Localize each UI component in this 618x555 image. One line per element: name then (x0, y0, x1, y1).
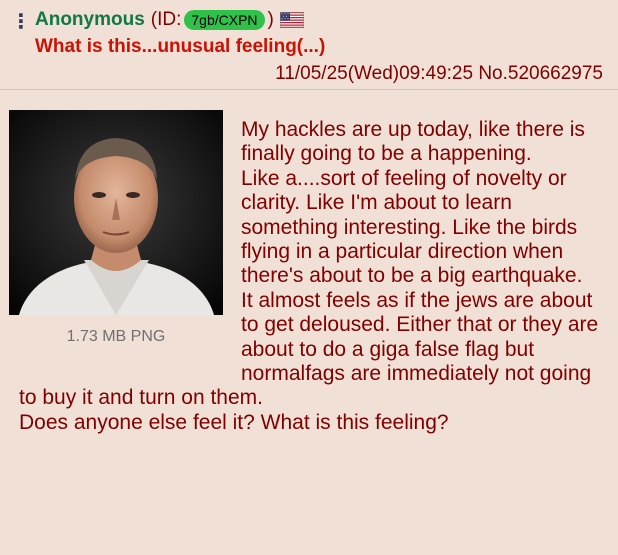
poster-id-badge[interactable]: 7gb/CXPN (184, 10, 265, 30)
post-datetime: 11/05/25(Wed)09:49:25 (275, 63, 474, 84)
id-suffix: ) (267, 9, 274, 30)
post-datetime-line: 11/05/25(Wed)09:49:25 No.520662975 (275, 61, 603, 87)
post-subject: What is this...unusual feeling(...) (35, 36, 326, 57)
us-flag-icon (279, 12, 304, 28)
image-float-spacer (19, 118, 241, 366)
poster-name: Anonymous (35, 9, 145, 30)
post-body-line: Does anyone else feel it? What is this f… (19, 410, 449, 434)
post-number[interactable]: No.520662975 (478, 63, 603, 84)
post-name-line: Anonymous (ID: 7gb/CXPN ) (35, 7, 304, 33)
vertical-ellipsis-icon[interactable]: ⋮ (11, 12, 31, 32)
id-prefix: (ID: (150, 9, 182, 30)
post-header: ⋮ Anonymous (ID: 7gb/CXPN ) What is this… (0, 0, 618, 90)
post-body: My hackles are up today, like there is f… (19, 118, 609, 435)
